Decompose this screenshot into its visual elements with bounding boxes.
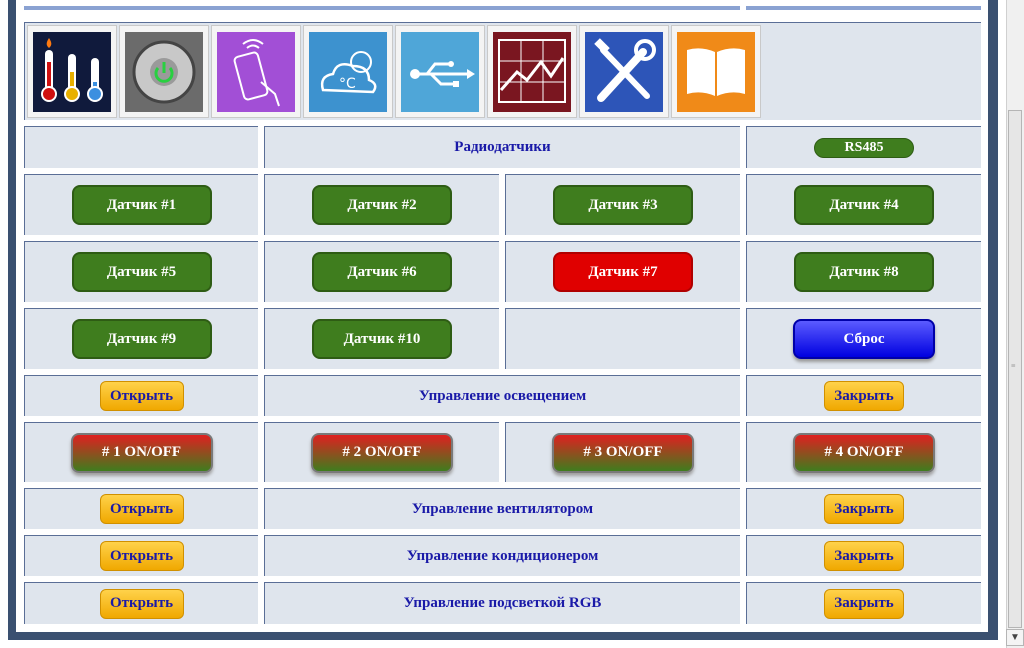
reset-cell: Сброс	[746, 308, 981, 369]
sensor-cell-8: Датчик #8	[746, 241, 981, 302]
empty-cell	[505, 308, 740, 369]
ac-open-cell: Открыть	[24, 535, 258, 576]
lighting-close-button[interactable]: Закрыть	[824, 381, 904, 411]
rgb-header: Управление подсветкой RGB	[264, 582, 740, 624]
nav-tile-remote[interactable]	[211, 25, 301, 118]
rs485-button[interactable]: RS485	[814, 137, 914, 158]
fan-close-cell: Закрыть	[746, 488, 981, 529]
fan-open-button[interactable]: Открыть	[99, 494, 184, 524]
sensor-5-button[interactable]: Датчик #5	[71, 252, 212, 292]
svg-text:°C: °C	[339, 76, 356, 92]
rgb-open-cell: Открыть	[24, 582, 258, 624]
thermometer-icon	[33, 32, 111, 112]
lighting-open-cell: Открыть	[24, 375, 258, 416]
light-toggle-cell-4: # 4 ON/OFF	[746, 422, 981, 482]
ac-close-cell: Закрыть	[746, 535, 981, 576]
lighting-open-button[interactable]: Открыть	[99, 381, 184, 411]
ac-open-button[interactable]: Открыть	[99, 541, 184, 571]
sensor-1-button[interactable]: Датчик #1	[71, 185, 212, 225]
light-4-toggle[interactable]: # 4 ON/OFF	[793, 432, 935, 473]
power-icon	[125, 32, 203, 112]
remote-control-icon	[217, 32, 295, 112]
fan-header: Управление вентилятором	[264, 488, 740, 529]
rgb-close-button[interactable]: Закрыть	[824, 588, 904, 619]
rs485-cell: RS485	[746, 126, 981, 168]
ac-close-button[interactable]: Закрыть	[824, 541, 904, 571]
sensor-10-button[interactable]: Датчик #10	[312, 319, 452, 359]
nav-tile-chart[interactable]	[487, 25, 577, 118]
sensor-cell-5: Датчик #5	[24, 241, 258, 302]
ac-header: Управление кондиционером	[264, 535, 740, 576]
sensor-cell-6: Датчик #6	[264, 241, 499, 302]
nav-tile-thermometer[interactable]	[27, 25, 117, 118]
nav-tile-power[interactable]	[119, 25, 209, 118]
sensor-cell-4: Датчик #4	[746, 174, 981, 235]
empty-cell	[24, 126, 258, 168]
sensor-9-button[interactable]: Датчик #9	[71, 319, 212, 359]
sensor-4-button[interactable]: Датчик #4	[794, 185, 934, 225]
sensor-2-button[interactable]: Датчик #2	[312, 185, 452, 225]
sensor-7-button[interactable]: Датчик #7	[553, 252, 693, 292]
scroll-down-arrow-icon[interactable]: ▼	[1006, 629, 1024, 646]
rgb-title: Управление подсветкой RGB	[403, 595, 602, 611]
nav-tile-weather[interactable]: °C	[303, 25, 393, 118]
reset-button[interactable]: Сброс	[793, 319, 935, 359]
chart-icon	[493, 32, 571, 112]
nav-tile-tools[interactable]	[579, 25, 669, 118]
sensor-8-button[interactable]: Датчик #8	[794, 252, 934, 292]
light-toggle-cell-3: # 3 ON/OFF	[505, 422, 740, 482]
radio-sensors-title: Радиодатчики	[454, 139, 551, 155]
weather-icon: °C	[309, 32, 387, 112]
scrollbar-grip-icon: ≡	[1011, 361, 1016, 370]
light-toggle-cell-1: # 1 ON/OFF	[24, 422, 258, 482]
fan-open-cell: Открыть	[24, 488, 258, 529]
usb-icon	[401, 32, 479, 112]
book-icon	[677, 32, 755, 112]
sensor-cell-1: Датчик #1	[24, 174, 258, 235]
sensor-cell-10: Датчик #10	[264, 308, 499, 369]
light-2-toggle[interactable]: # 2 ON/OFF	[311, 432, 453, 473]
fan-title: Управление вентилятором	[411, 500, 594, 517]
rgb-close-cell: Закрыть	[746, 582, 981, 624]
lighting-header: Управление освещением	[264, 375, 740, 416]
sensor-cell-7: Датчик #7	[505, 241, 740, 302]
top-divider	[24, 6, 740, 10]
light-1-toggle[interactable]: # 1 ON/OFF	[70, 432, 213, 473]
sensor-6-button[interactable]: Датчик #6	[312, 252, 452, 292]
fan-close-button[interactable]: Закрыть	[824, 494, 904, 524]
sensor-3-button[interactable]: Датчик #3	[553, 185, 693, 225]
sensor-cell-2: Датчик #2	[264, 174, 499, 235]
ac-title: Управление кондиционером	[406, 547, 599, 564]
tools-icon	[585, 32, 663, 112]
light-toggle-cell-2: # 2 ON/OFF	[264, 422, 499, 482]
icon-toolbar: °C	[24, 22, 981, 120]
radio-sensors-header: Радиодатчики	[264, 126, 740, 168]
lighting-title: Управление освещением	[418, 387, 587, 404]
light-3-toggle[interactable]: # 3 ON/OFF	[552, 432, 694, 473]
nav-tile-usb[interactable]	[395, 25, 485, 118]
nav-tile-book[interactable]	[671, 25, 761, 118]
rgb-open-button[interactable]: Открыть	[99, 588, 184, 619]
sensor-cell-9: Датчик #9	[24, 308, 258, 369]
lighting-close-cell: Закрыть	[746, 375, 981, 416]
sensor-cell-3: Датчик #3	[505, 174, 740, 235]
top-divider-right	[746, 6, 981, 10]
